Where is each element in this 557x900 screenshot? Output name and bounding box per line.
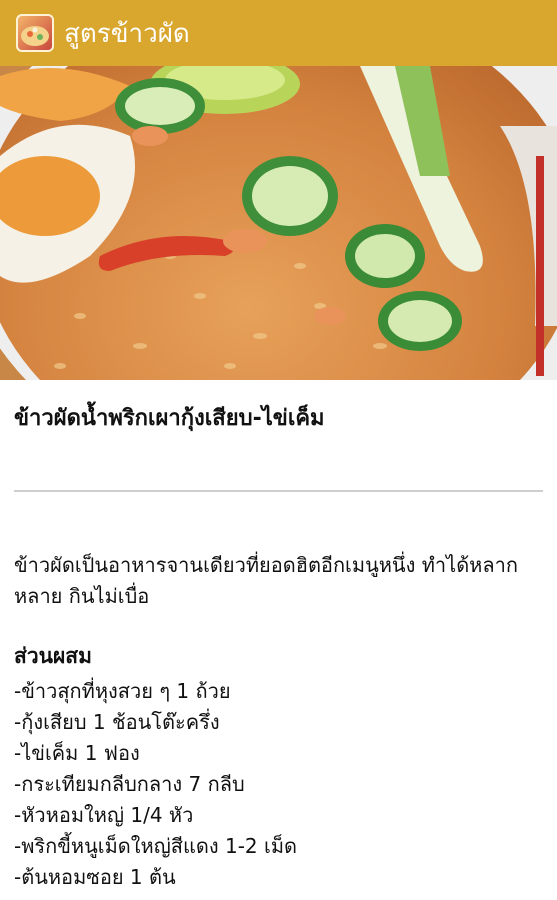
fried-rice-app-icon[interactable] (16, 14, 54, 52)
fried-rice-dish-photo (0, 66, 557, 380)
ingredient-item: -ไข่เค็ม 1 ฟอง (14, 741, 140, 765)
recipe-description: ข้าวผัดเป็นอาหารจานเดียวที่ยอดฮิตอีกเมนู… (14, 553, 518, 608)
ingredient-item: -ต้นหอมซอย 1 ต้น (14, 865, 176, 889)
dish-illustration (0, 66, 557, 380)
ingredient-item: -พริกขี้หนูเม็ดใหญ่สีแดง 1-2 เม็ด (14, 834, 298, 858)
app-title: สูตรข้าวผัด (64, 18, 190, 49)
ingredients-list: -ข้าวสุกที่หุงสวย ๆ 1 ถ้วย -กุ้งเสียบ 1 … (14, 676, 543, 893)
ingredient-item: -หัวหอมใหญ่ 1/4 หัว (14, 803, 194, 827)
recipe-title: ข้าวผัดน้ำพริกเผากุ้งเสียบ-ไข่เค็ม (14, 406, 325, 431)
ingredient-item: -ข้าวสุกที่หุงสวย ๆ 1 ถ้วย (14, 679, 231, 703)
app-bar: สูตรข้าวผัด (0, 0, 557, 66)
ingredient-item: -กระเทียมกลีบกลาง 7 กลีบ (14, 772, 245, 796)
ingredient-item: -กุ้งเสียบ 1 ช้อนโต๊ะครึ่ง (14, 710, 220, 734)
divider (14, 490, 543, 492)
fried-rice-icon (21, 26, 49, 46)
ingredients-heading: ส่วนผสม (14, 644, 92, 668)
